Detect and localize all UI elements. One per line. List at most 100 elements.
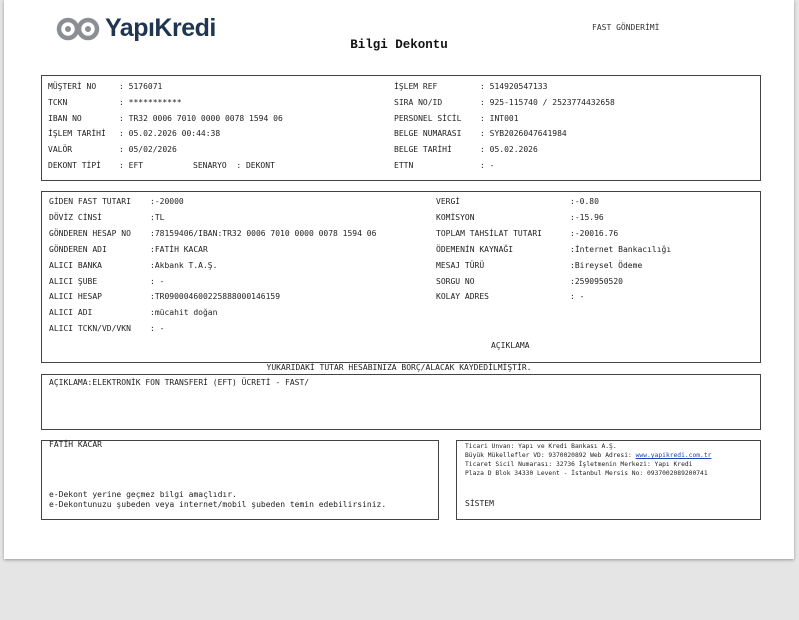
- field-label: DEKONT TİPİ: [48, 161, 101, 170]
- field-label: MÜŞTERİ NO: [48, 82, 97, 91]
- field-value-text: 2590950520: [574, 276, 623, 286]
- field-value-text: TL: [154, 212, 165, 222]
- field-value-text: -: [574, 292, 585, 302]
- description-label: AÇIKLAMA: [49, 378, 88, 387]
- description-value: ELEKTRONİK FON TRANSFERİ (EFT) ÜCRETİ - …: [92, 378, 310, 387]
- field-value: :İnternet Bankacılığı: [570, 244, 672, 254]
- field-label: BELGE TARİHİ: [394, 145, 452, 155]
- field-value: :FATİH KACAR: [150, 244, 208, 254]
- field-value: : -: [150, 324, 165, 334]
- company-line-1: Ticari Unvan: Yapı ve Kredi Bankası A.Ş.: [465, 443, 617, 450]
- field-label: ALICI ADI: [49, 308, 93, 318]
- footer-note-2: e-Dekontunuzu şubeden veya internet/mobi…: [49, 500, 387, 509]
- field-value-text: SYB2026047641984: [489, 129, 567, 139]
- field-value-text: EFT: [128, 161, 144, 170]
- field-label: DÖVİZ CİNSİ: [49, 212, 102, 222]
- field-label: VERGİ: [436, 197, 461, 206]
- field-value: :-0.80: [570, 197, 599, 206]
- field-value: : 514920547133: [480, 82, 548, 91]
- field-value-text: mücahit doğan: [154, 308, 218, 318]
- field-value-text: 78159406/IBAN:TR32 0006 7010 0000 0078 1…: [154, 228, 377, 238]
- field-label: SIRA NO/ID: [394, 97, 443, 107]
- scenario-value: DEKONT: [245, 161, 275, 170]
- system-label: SİSTEM: [465, 499, 494, 508]
- field-label: İŞLEM TARİHİ: [48, 129, 106, 139]
- field-label: SORGU NO: [436, 276, 475, 286]
- field-value-text: Akbank T.A.Ş.: [154, 260, 218, 270]
- field-value: :78159406/IBAN:TR32 0006 7010 0000 0078 …: [150, 228, 377, 238]
- field-label: TCKN: [48, 97, 68, 107]
- field-value: : EFT SENARYO : DEKONT: [119, 161, 275, 170]
- field-value: : -: [480, 161, 495, 170]
- field-label: VALÖR: [48, 145, 73, 155]
- debit-credit-notice: YUKARIDAKİ TUTAR HESABINIZA BORÇ/ALACAK …: [266, 363, 532, 372]
- field-value: : 05/02/2026: [119, 145, 177, 155]
- field-value: : 925-115740 / 2523774432658: [480, 97, 615, 107]
- company-line-4: Plaza D Blok 34330 Levent - İstanbul Mer…: [465, 470, 708, 477]
- field-label: ALICI ŞUBE: [49, 276, 98, 286]
- field-value-text: 514920547133: [489, 82, 548, 91]
- field-value-text: -20000: [154, 197, 184, 206]
- field-label: İŞLEM REF: [394, 82, 438, 91]
- field-value-text: Bireysel Ödeme: [574, 260, 643, 270]
- aciklama-heading: AÇIKLAMA: [491, 341, 530, 350]
- field-value: : -: [150, 276, 165, 286]
- field-label: ÖDEMENİN KAYNAĞI: [436, 244, 514, 254]
- field-value: :-15.96: [570, 212, 604, 222]
- field-value-text: TR32 0006 7010 0000 0078 1594 06: [128, 113, 283, 123]
- field-label: IBAN NO: [48, 113, 82, 123]
- field-value-text: 925-115740 / 2523774432658: [489, 97, 615, 107]
- field-value-text: FATİH KACAR: [154, 244, 208, 254]
- field-label: ETTN: [394, 161, 414, 170]
- field-value-text: -20016.76: [574, 228, 619, 238]
- field-value-text: 05.02.2026 00:44:38: [128, 129, 221, 139]
- field-value: : SYB2026047641984: [480, 129, 567, 139]
- page-title: Bilgi Dekontu: [350, 38, 448, 52]
- scenario-label: SENARYO: [193, 161, 227, 170]
- field-value: :Bireysel Ödeme: [570, 260, 643, 270]
- field-value-text: ***********: [128, 97, 182, 107]
- company-line-2: Büyük Mükellefler VD: 9370020892 Web Adr…: [465, 452, 711, 461]
- field-label: GÖNDEREN HESAP NO: [49, 228, 131, 238]
- footer-note-1: e-Dekont yerine geçmez bilgi amaçlıdır.: [49, 490, 237, 499]
- company-line-2-text: Büyük Mükellefler VD: 9370020892 Web Adr…: [465, 452, 636, 459]
- receipt-page: YapıKredi FAST GÖNDERİMİ Bilgi Dekontu A…: [4, 0, 794, 559]
- company-line-3: Ticaret Sicil Numarası: 32736 İşletmenin…: [465, 461, 693, 468]
- field-value: :TR090004600225888000146159: [150, 292, 281, 302]
- yapikredi-logo-icon: [56, 17, 100, 40]
- field-value: :Akbank T.A.Ş.: [150, 260, 218, 270]
- scenario-field: SENARYO : DEKONT: [193, 161, 275, 170]
- field-value-text: -: [489, 161, 495, 170]
- field-value-text: 5176071: [128, 82, 163, 91]
- bank-website-link[interactable]: www.yapikredi.com.tr: [636, 452, 712, 459]
- field-label: MESAJ TÜRÜ: [436, 260, 485, 270]
- fast-label: FAST GÖNDERİMİ: [592, 23, 660, 32]
- field-value-text: TR090004600225888000146159: [154, 292, 281, 302]
- field-value: : 05.02.2026 00:44:38: [119, 129, 221, 139]
- field-label: ALICI TCKN/VD/VKN: [49, 324, 131, 334]
- field-label: TOPLAM TAHSİLAT TUTARI: [436, 228, 542, 238]
- field-value-text: 05/02/2026: [128, 145, 177, 155]
- transfer-details-box: [41, 191, 761, 363]
- field-value: : INT001: [480, 113, 519, 123]
- field-label: GÖNDEREN ADI: [49, 244, 107, 254]
- field-value: : ***********: [119, 97, 182, 107]
- field-value: : TR32 0006 7010 0000 0078 1594 06: [119, 113, 283, 123]
- description-line: AÇIKLAMA:ELEKTRONİK FON TRANSFERİ (EFT) …: [49, 378, 310, 387]
- field-value-text: -0.80: [574, 197, 599, 206]
- field-value: :2590950520: [570, 276, 623, 286]
- field-value: : 05.02.2026: [480, 145, 538, 155]
- field-value-text: İnternet Bankacılığı: [574, 244, 672, 254]
- footer-customer-name: FATİH KACAR: [49, 440, 102, 449]
- field-label: KOMİSYON: [436, 212, 475, 222]
- field-label: KOLAY ADRES: [436, 292, 489, 302]
- field-value-text: -: [154, 324, 165, 334]
- field-value-text: -15.96: [574, 212, 604, 222]
- field-value-text: -: [154, 276, 165, 286]
- field-value-text: 05.02.2026: [489, 145, 538, 155]
- field-value: :mücahit doğan: [150, 308, 218, 318]
- field-value: : -: [570, 292, 585, 302]
- field-value: :-20016.76: [570, 228, 619, 238]
- field-value: :TL: [150, 212, 165, 222]
- field-label: BELGE NUMARASI: [394, 129, 462, 139]
